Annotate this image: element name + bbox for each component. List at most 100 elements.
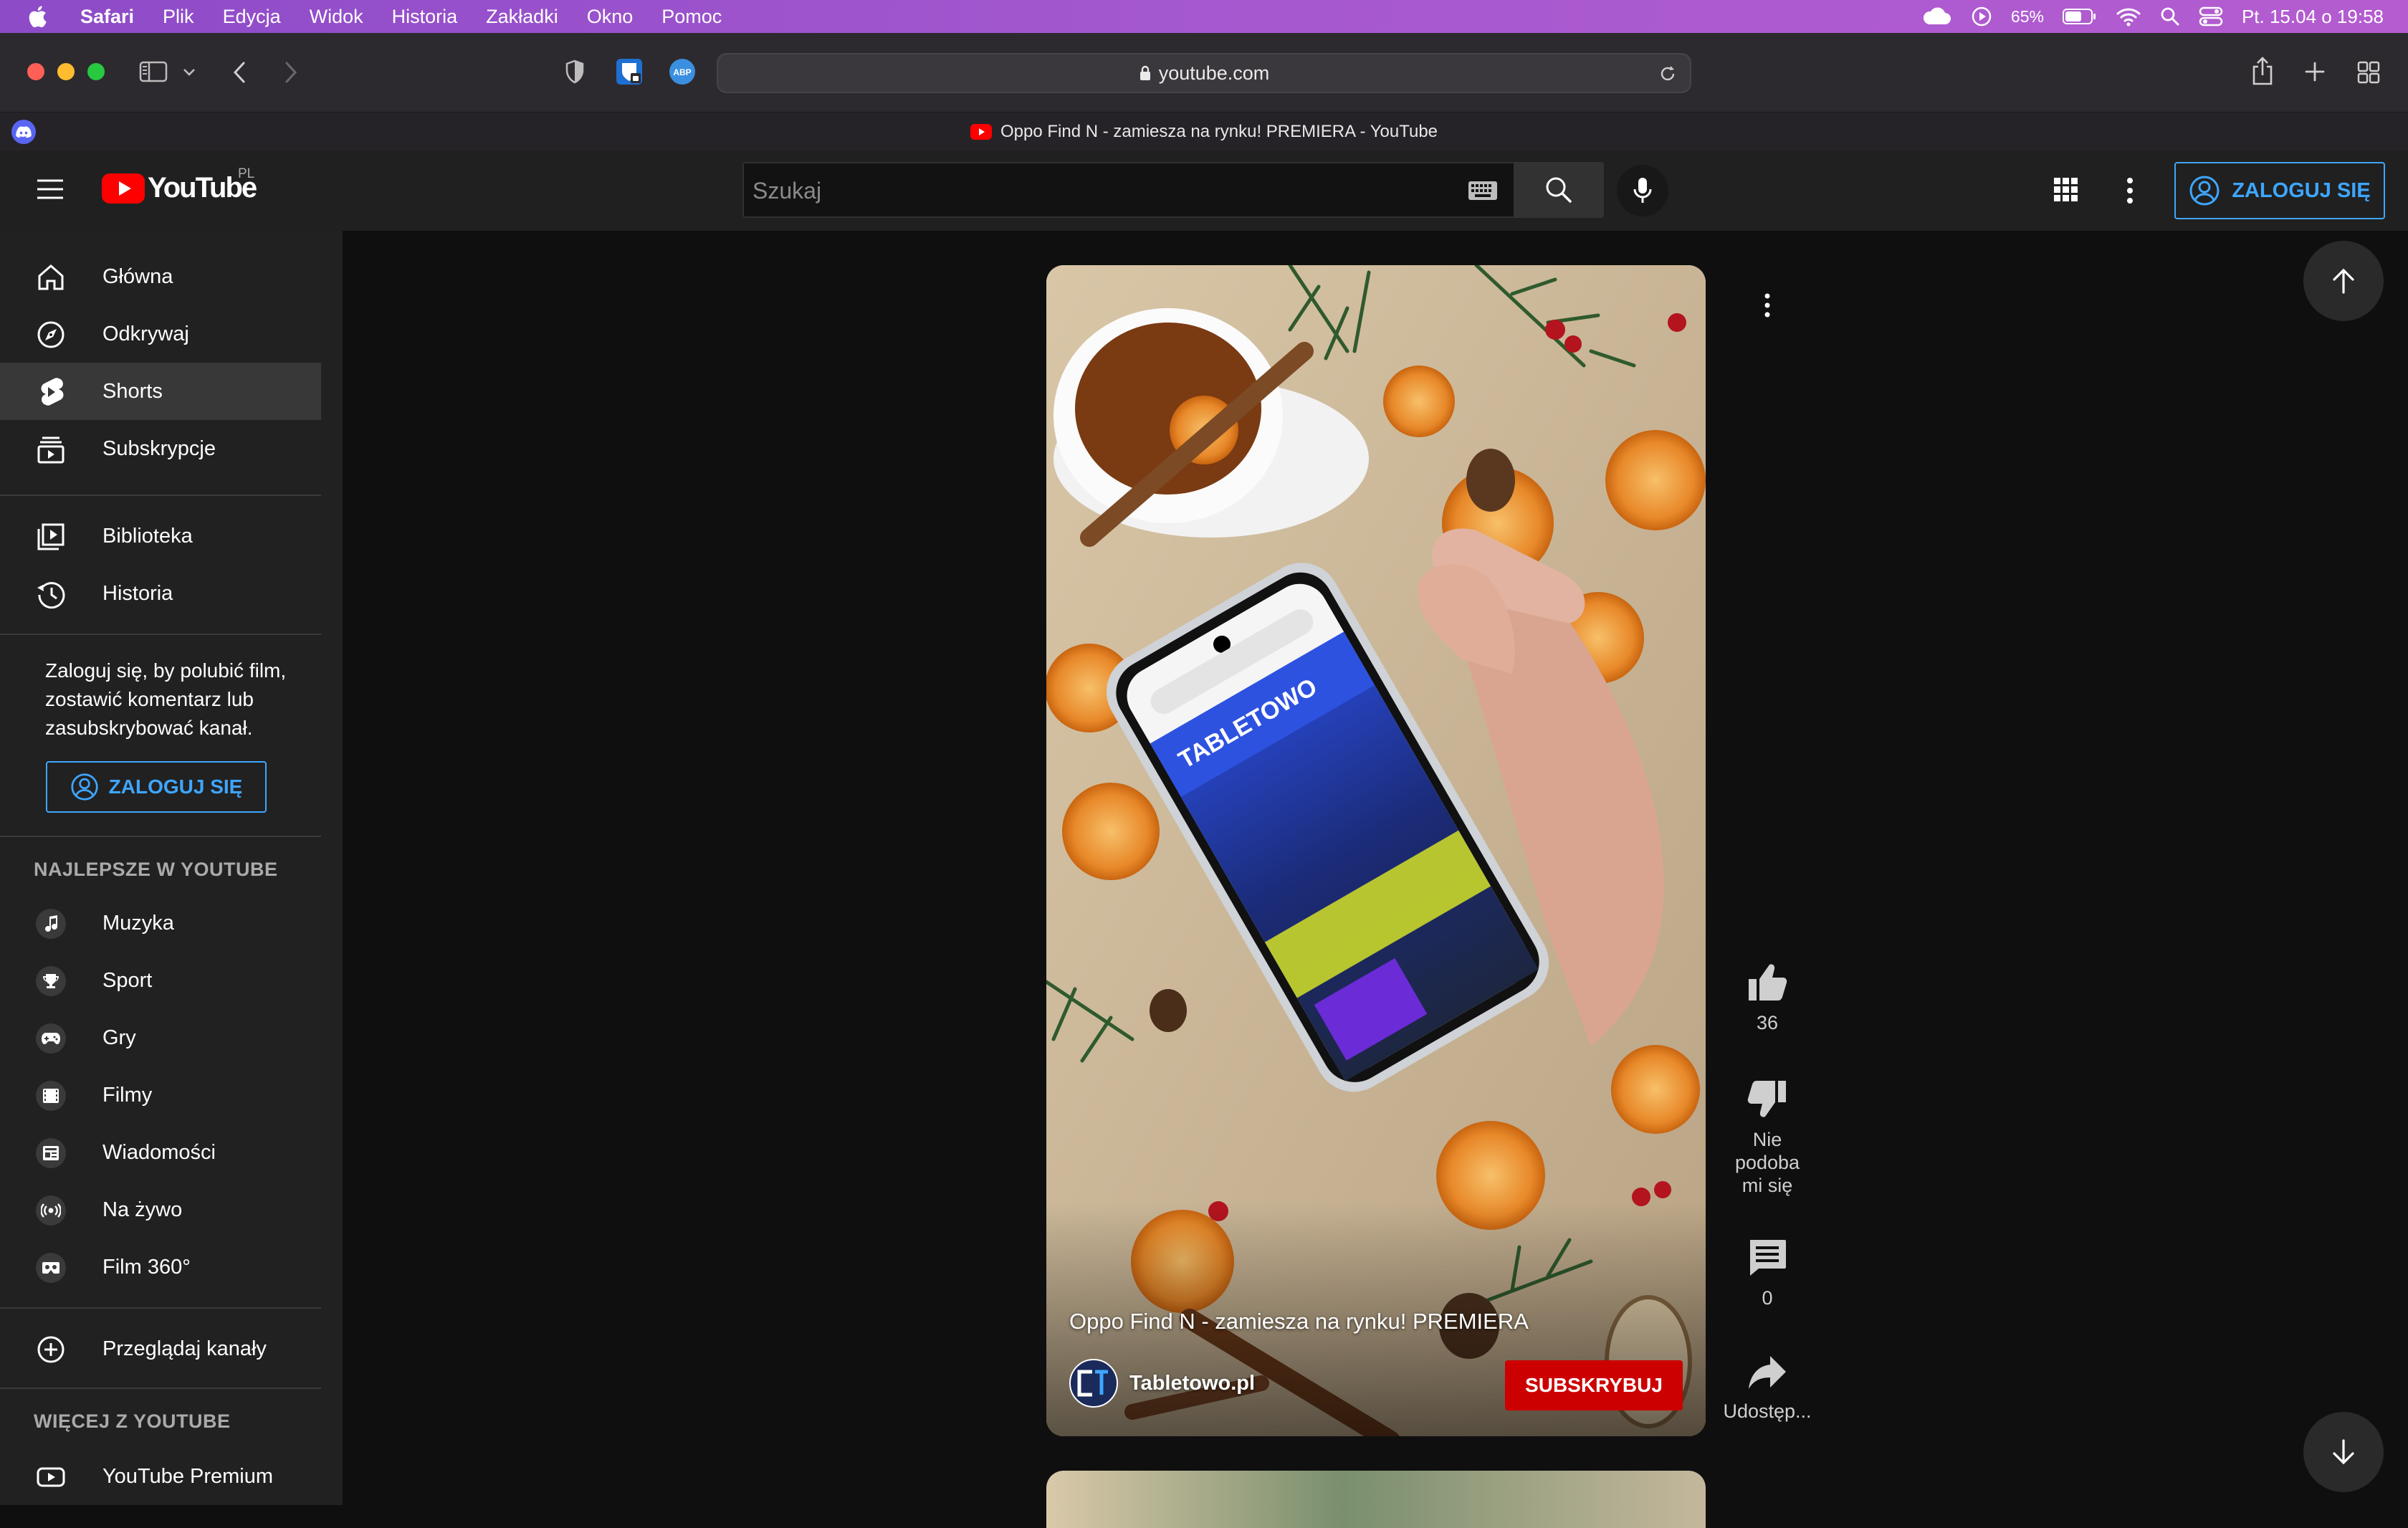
control-center-icon[interactable] <box>2199 6 2223 27</box>
spotlight-search-icon[interactable] <box>2160 6 2180 27</box>
sidebar: Główna Odkrywaj Shorts Subskrypcje Bibli… <box>0 231 343 1505</box>
battery-icon[interactable] <box>2062 8 2097 25</box>
search-button[interactable] <box>1514 162 1604 218</box>
media-play-icon[interactable] <box>1971 6 1992 27</box>
back-icon[interactable] <box>229 60 251 85</box>
divider <box>0 1307 321 1309</box>
menu-plik[interactable]: Plik <box>163 6 194 28</box>
bitwarden-extension-icon[interactable] <box>615 57 644 86</box>
forward-icon[interactable] <box>280 60 301 85</box>
keyboard-icon[interactable] <box>1468 181 1498 201</box>
menu-widok[interactable]: Widok <box>310 6 363 28</box>
sidebar-item-sport[interactable]: Sport <box>0 952 321 1009</box>
sidebar-item-explore[interactable]: Odkrywaj <box>0 305 321 363</box>
share-icon[interactable] <box>2250 56 2275 86</box>
zoom-window-button[interactable] <box>87 63 105 80</box>
sidebar-item-news[interactable]: Wiadomości <box>0 1124 321 1181</box>
menu-pomoc[interactable]: Pomoc <box>661 6 722 28</box>
comment-count: 0 <box>1762 1287 1773 1309</box>
thumb-down-icon <box>1747 1079 1787 1118</box>
apps-grid-icon[interactable] <box>2053 176 2080 204</box>
channel-name[interactable]: Tabletowo.pl <box>1129 1372 1255 1395</box>
reload-icon[interactable] <box>1658 65 1677 83</box>
search-box <box>742 162 1515 218</box>
voice-search-button[interactable] <box>1617 165 1668 216</box>
tab-title: Oppo Find N - zamiesza na rynku! PREMIER… <box>1000 122 1438 141</box>
icloud-icon[interactable] <box>1921 7 1952 26</box>
sidebar-item-browse-channels[interactable]: Przeglądaj kanały <box>0 1320 321 1377</box>
section-header-more: WIĘCEJ Z YOUTUBE <box>34 1410 231 1432</box>
arrow-down-icon <box>2331 1438 2356 1466</box>
home-icon <box>36 262 66 292</box>
menu-historia[interactable]: Historia <box>392 6 458 28</box>
live-broadcast-icon <box>36 1195 66 1226</box>
url-text: youtube.com <box>1158 62 1270 84</box>
chevron-down-icon[interactable] <box>182 67 196 77</box>
sign-in-label: ZALOGUJ SIĘ <box>2232 178 2371 202</box>
share-action[interactable]: Udostęp... <box>1723 1355 1812 1423</box>
lock-icon <box>1139 65 1152 82</box>
sidebar-item-library[interactable]: Biblioteka <box>0 507 321 565</box>
search-icon <box>1544 176 1573 204</box>
sidebar-item-subscriptions[interactable]: Subskrypcje <box>0 420 321 477</box>
privacy-shield-icon[interactable] <box>563 59 586 85</box>
comments-action[interactable]: 0 <box>1724 1238 1810 1309</box>
divider <box>0 634 321 635</box>
divider <box>0 836 321 837</box>
close-window-button[interactable] <box>27 63 44 80</box>
dislike-label: Nie podoba mi się <box>1734 1129 1800 1196</box>
next-short-button[interactable] <box>2303 1412 2384 1492</box>
sidebar-item-live[interactable]: Na żywo <box>0 1181 321 1238</box>
compass-icon <box>36 320 66 350</box>
subscriptions-icon <box>36 434 66 464</box>
adblock-extension-icon[interactable]: ABP <box>668 57 697 86</box>
tab-bar: Oppo Find N - zamiesza na rynku! PREMIER… <box>0 112 2408 153</box>
short-title[interactable]: Oppo Find N - zamiesza na rynku! PREMIER… <box>1069 1309 1529 1334</box>
sidebar-item-music[interactable]: Muzyka <box>0 894 321 952</box>
menubar-datetime[interactable]: Pt. 15.04 o 19:58 <box>2242 6 2384 28</box>
apple-icon[interactable] <box>27 5 47 28</box>
youtube-logo-icon <box>102 173 145 204</box>
search-input[interactable] <box>744 163 1399 218</box>
macos-menubar: Safari Plik Edycja Widok Historia Zakład… <box>0 0 2408 33</box>
sign-in-button[interactable]: ZALOGUJ SIĘ <box>2174 162 2385 219</box>
next-short-preview[interactable] <box>1046 1471 1706 1528</box>
video-frame: TABLETOWO <box>1046 265 1706 1436</box>
new-tab-icon[interactable] <box>2303 60 2326 83</box>
sidebar-sign-in-button[interactable]: ZALOGUJ SIĘ <box>46 761 267 813</box>
menu-safari[interactable]: Safari <box>80 6 134 28</box>
hamburger-menu-icon[interactable] <box>36 178 64 201</box>
vr-headset-icon <box>36 1253 66 1283</box>
wifi-icon[interactable] <box>2116 6 2141 27</box>
address-bar[interactable]: youtube.com <box>717 53 1691 93</box>
divider <box>0 495 321 496</box>
share-label: Udostęp... <box>1723 1400 1812 1422</box>
previous-short-button[interactable] <box>2303 241 2384 321</box>
sidebar-item-movies[interactable]: Filmy <box>0 1066 321 1124</box>
menu-edycja[interactable]: Edycja <box>223 6 281 28</box>
more-options-icon[interactable] <box>2126 176 2134 205</box>
music-icon <box>36 909 66 939</box>
like-action[interactable]: 36 <box>1724 963 1810 1034</box>
sidebar-item-history[interactable]: Historia <box>0 565 321 622</box>
sidebar-item-shorts[interactable]: Shorts <box>0 363 321 420</box>
youtube-logo[interactable]: YouTube PL <box>102 166 257 204</box>
sidebar-item-gaming[interactable]: Gry <box>0 1009 321 1066</box>
sidebar-item-360[interactable]: Film 360° <box>0 1238 321 1296</box>
channel-avatar[interactable] <box>1069 1359 1118 1408</box>
sidebar-toggle-icon[interactable] <box>139 60 168 83</box>
minimize-window-button[interactable] <box>57 63 75 80</box>
menu-zakladki[interactable]: Zakładki <box>486 6 558 28</box>
account-icon <box>70 773 99 801</box>
shorts-video-player[interactable]: TABLETOWO Oppo Find N - zamiesza na rynk… <box>1046 265 1706 1436</box>
history-icon <box>36 579 66 609</box>
svg-text:ABP: ABP <box>673 67 691 77</box>
video-more-options-icon[interactable] <box>1763 292 1772 318</box>
subscribe-button[interactable]: SUBSKRYBUJ <box>1505 1360 1683 1410</box>
tab-overview-icon[interactable] <box>2356 60 2381 85</box>
active-tab[interactable]: Oppo Find N - zamiesza na rynku! PREMIER… <box>0 113 2408 151</box>
menu-okno[interactable]: Okno <box>587 6 634 28</box>
sidebar-item-youtube-premium[interactable]: YouTube Premium <box>0 1448 321 1505</box>
dislike-action[interactable]: Nie podoba mi się <box>1724 1079 1810 1197</box>
sidebar-item-home[interactable]: Główna <box>0 248 321 305</box>
